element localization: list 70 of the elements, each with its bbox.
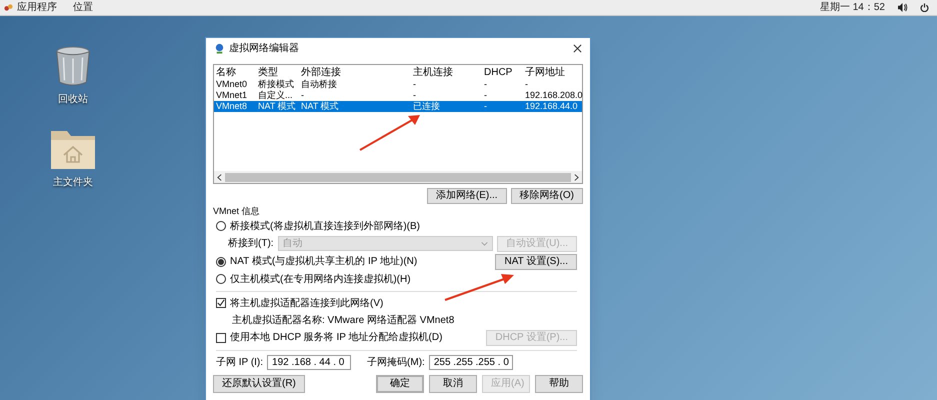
network-row[interactable]: VMnet1 自定义... - - - 192.168.208.0 xyxy=(214,90,582,101)
nat-settings-button[interactable]: NAT 设置(S)... xyxy=(495,254,577,270)
table-cell-text: VMnet0 xyxy=(216,79,248,90)
clock[interactable]: 星期一 14：52 xyxy=(820,0,885,15)
table-cell-text: 已连接 xyxy=(413,101,441,112)
dialog-button[interactable]: 帮助 xyxy=(535,374,583,392)
column-header[interactable]: 类型 xyxy=(258,66,301,79)
radio-label: NAT 模式(与虚拟机共享主机的 IP 地址)(N) xyxy=(230,254,418,269)
field-label: 子网掩码(M): xyxy=(367,356,425,370)
desktop-icon-label: 回收站 xyxy=(58,92,88,107)
select-value: 自动 xyxy=(282,237,303,251)
app-menu-icon xyxy=(4,3,13,12)
volume-icon[interactable] xyxy=(897,3,908,12)
table-cell-text: VMnet8 xyxy=(216,101,248,112)
checkbox-label: 将主机虚拟适配器连接到此网络(V) xyxy=(230,296,384,310)
column-header[interactable]: 名称 xyxy=(216,66,258,79)
table-cell-text: - xyxy=(484,90,488,101)
group-title: VMnet 信息 xyxy=(213,205,261,218)
table-cell-text: NAT 模式 xyxy=(258,101,297,112)
table-cell-text: 192.168.208.0 xyxy=(525,90,584,101)
table-cell-text: 桥接模式 xyxy=(258,79,295,90)
table-cell-text: - xyxy=(525,79,529,90)
dialog-button[interactable]: 取消 xyxy=(429,374,477,392)
radio-label: 仅主机模式(在专用网络内连接虚拟机)(H) xyxy=(230,272,411,286)
pointer-arrow xyxy=(358,112,422,152)
table-cell-text: - xyxy=(484,101,488,112)
table-cell-text: 192.168.44.0 xyxy=(525,101,579,112)
chevron-down-icon xyxy=(480,242,488,246)
list-action-button[interactable]: 移除网络(O) xyxy=(510,188,583,204)
radio-button[interactable] xyxy=(216,256,226,266)
checkbox-label: 使用本地 DHCP 服务将 IP 地址分配给虚拟机(D) xyxy=(230,330,442,345)
radio-button[interactable] xyxy=(216,221,226,231)
table-cell-text: VMnet1 xyxy=(216,90,248,101)
radio-button[interactable] xyxy=(216,274,226,284)
network-row[interactable]: VMnet8 NAT 模式 NAT 模式 已连接 - 192.168.44.0 xyxy=(214,101,582,112)
table-cell-text: - xyxy=(301,90,305,101)
table-cell-text: 自定义... xyxy=(258,90,294,101)
column-header[interactable]: 子网地址 xyxy=(525,66,585,79)
checkbox[interactable] xyxy=(216,298,226,308)
menu-item[interactable]: 位置 xyxy=(73,0,93,15)
pointer-arrow xyxy=(443,272,515,302)
window-title: 虚拟网络编辑器 xyxy=(229,42,299,56)
list-action-button[interactable]: 添加网络(E)... xyxy=(426,188,507,204)
table-cell-text: NAT 模式 xyxy=(301,101,340,112)
column-header[interactable]: 外部连接 xyxy=(301,66,413,79)
subnet-ip-field[interactable]: 192 .168 . 44 . 0 xyxy=(267,354,352,370)
checkbox[interactable] xyxy=(216,332,226,342)
table-cell-text: - xyxy=(413,79,417,90)
adapter-name-text: 主机虚拟适配器名称: VMware 网络适配器 VMnet8 xyxy=(231,314,456,328)
radio-label: 桥接模式(将虚拟机直接连接到外部网络)(B) xyxy=(230,220,420,234)
horizontal-scrollbar[interactable] xyxy=(225,172,571,182)
network-globe-icon xyxy=(214,43,225,54)
column-header[interactable]: 主机连接 xyxy=(413,66,484,79)
table-cell-text: - xyxy=(413,90,417,101)
table-cell-text: - xyxy=(484,79,488,90)
column-header[interactable]: DHCP xyxy=(484,66,525,79)
dialog-button[interactable]: 还原默认设置(R) xyxy=(213,374,305,392)
subnet-mask-field[interactable]: 255 .255 .255 . 0 xyxy=(428,354,513,370)
field-label: 桥接到(T): xyxy=(228,236,274,251)
trash-bin-icon[interactable] xyxy=(54,46,92,88)
table-cell-text: 自动桥接 xyxy=(301,79,338,90)
close-icon[interactable] xyxy=(573,44,582,53)
scroll-left-icon[interactable] xyxy=(217,174,222,180)
network-row[interactable]: VMnet0 桥接模式 自动桥接 - - - xyxy=(214,79,582,90)
menu-item[interactable]: 应用程序 xyxy=(17,0,57,15)
power-icon[interactable] xyxy=(920,3,929,12)
scroll-right-icon[interactable] xyxy=(574,174,579,180)
desktop-icon-label: 主文件夹 xyxy=(53,176,93,190)
dialog-button[interactable]: 确定 xyxy=(376,374,424,392)
field-label: 子网 IP (I): xyxy=(216,356,264,370)
